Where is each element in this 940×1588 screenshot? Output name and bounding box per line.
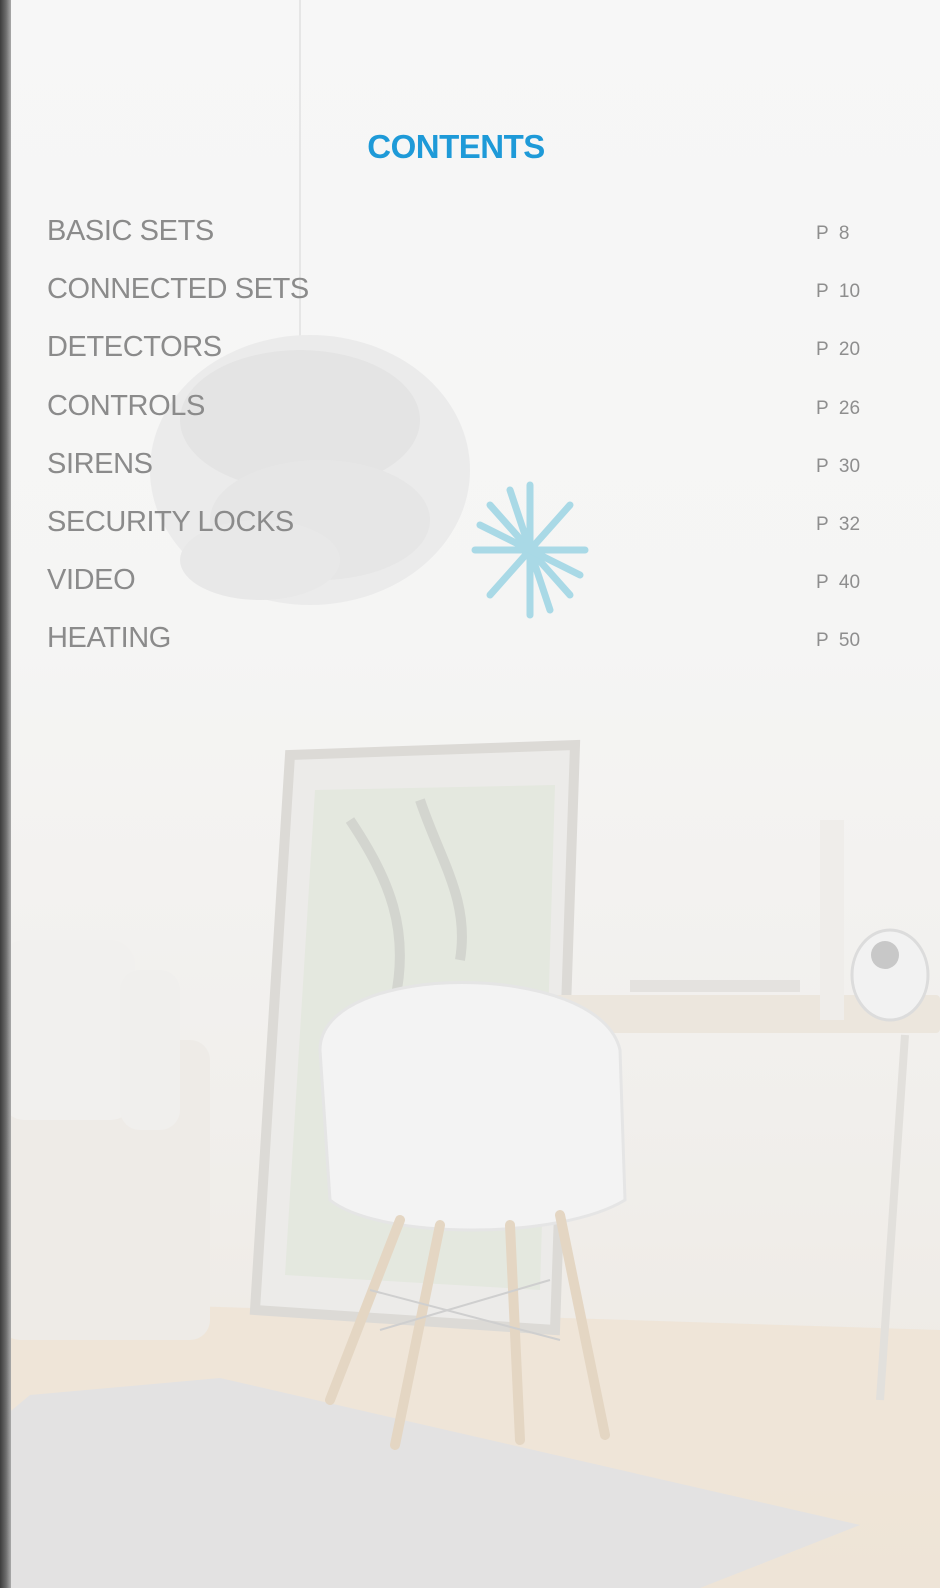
toc-item-page: P 32: [816, 513, 861, 535]
toc-item-connected-sets[interactable]: CONNECTED SETS P 10: [47, 270, 867, 328]
armchair-icon: [0, 940, 210, 1340]
camera-icon: [850, 928, 930, 1022]
contents-page: CONTENTS BASIC SETS P 8 CONNECTED SETS P…: [0, 0, 940, 1588]
toc-item-page: P 10: [816, 281, 861, 303]
contents-title: CONTENTS: [367, 128, 545, 166]
toc-item-controls[interactable]: CONTROLS P 26: [47, 387, 867, 445]
toc-item-sirens[interactable]: SIRENS P 30: [47, 445, 867, 503]
toc-item-label: HEATING: [47, 622, 171, 655]
toc-item-basic-sets[interactable]: BASIC SETS P 8: [47, 212, 867, 270]
toc-item-label: SIRENS: [47, 447, 153, 480]
toc-item-security-locks[interactable]: SECURITY LOCKS P 32: [47, 503, 867, 561]
toc-item-label: DETECTORS: [47, 331, 222, 364]
toc-item-label: CONNECTED SETS: [47, 273, 309, 306]
toc-item-label: VIDEO: [47, 564, 136, 597]
toc-item-page: P 20: [816, 339, 861, 361]
toc-item-page: P 40: [816, 572, 861, 594]
toc-item-page: P 50: [816, 630, 861, 652]
toc-item-page: P 8: [816, 223, 850, 244]
toc-item-page: P 26: [816, 397, 861, 419]
toc-item-page: P 30: [816, 455, 861, 477]
table-of-contents: BASIC SETS P 8 CONNECTED SETS P 10 DETEC…: [47, 212, 867, 678]
page-spine-shadow: [0, 0, 11, 1588]
toc-item-label: SECURITY LOCKS: [47, 505, 294, 538]
toc-item-heating[interactable]: HEATING P 50: [47, 619, 867, 677]
toc-item-detectors[interactable]: DETECTORS P 20: [47, 328, 867, 386]
toc-item-video[interactable]: VIDEO P 40: [47, 561, 867, 619]
toc-item-label: BASIC SETS: [47, 215, 214, 247]
toc-item-label: CONTROLS: [47, 389, 205, 422]
